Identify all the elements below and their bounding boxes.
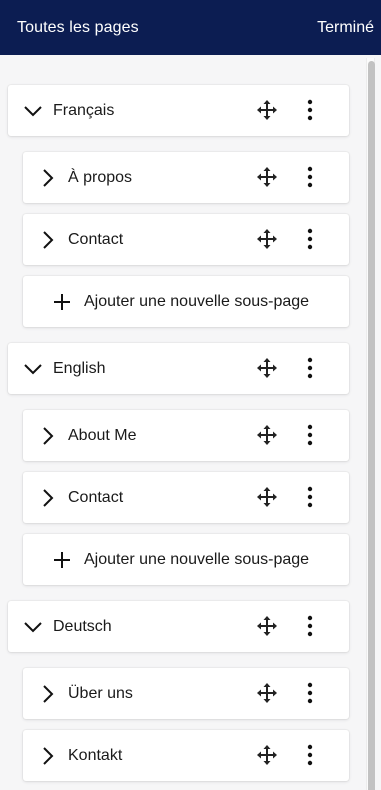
done-button[interactable]: Terminé (317, 19, 374, 37)
scrollbar-thumb[interactable] (368, 61, 375, 790)
kebab-menu-icon[interactable] (303, 484, 317, 510)
subpage-row[interactable]: Kontakt (23, 730, 349, 781)
add-subpage-button[interactable]: Ajouter une nouvelle sous-page (23, 276, 349, 327)
page-title: Toutes les pages (17, 18, 139, 36)
subpage-row[interactable]: À propos (23, 152, 349, 203)
plus-icon (52, 550, 72, 570)
chevron-down-icon[interactable] (22, 358, 44, 380)
move-icon[interactable] (256, 615, 278, 637)
kebab-menu-icon[interactable] (303, 226, 317, 252)
move-icon[interactable] (256, 682, 278, 704)
pages-panel: Français À propos Contact Ajouter une no… (0, 55, 381, 790)
subpage-row[interactable]: Contact (23, 472, 349, 523)
move-icon[interactable] (256, 99, 278, 121)
kebab-menu-icon[interactable] (303, 680, 317, 706)
subpage-row[interactable]: Contact (23, 214, 349, 265)
chevron-right-icon[interactable] (37, 745, 59, 767)
move-icon[interactable] (256, 357, 278, 379)
move-icon[interactable] (256, 424, 278, 446)
kebab-menu-icon[interactable] (303, 97, 317, 123)
scrollbar[interactable] (366, 58, 375, 790)
chevron-right-icon[interactable] (37, 683, 59, 705)
move-icon[interactable] (256, 486, 278, 508)
header-bar: Toutes les pages Terminé (0, 0, 381, 55)
chevron-right-icon[interactable] (37, 229, 59, 251)
add-subpage-button[interactable]: Ajouter une nouvelle sous-page (23, 534, 349, 585)
subpage-row[interactable]: Über uns (23, 668, 349, 719)
add-subpage-label: Ajouter une nouvelle sous-page (84, 550, 310, 568)
kebab-menu-icon[interactable] (303, 164, 317, 190)
chevron-down-icon[interactable] (22, 100, 44, 122)
chevron-right-icon[interactable] (37, 425, 59, 447)
language-row-deutsch[interactable]: Deutsch (8, 601, 349, 652)
chevron-right-icon[interactable] (37, 167, 59, 189)
chevron-right-icon[interactable] (37, 487, 59, 509)
language-row-francais[interactable]: Français (8, 85, 349, 136)
move-icon[interactable] (256, 744, 278, 766)
move-icon[interactable] (256, 228, 278, 250)
move-icon[interactable] (256, 166, 278, 188)
kebab-menu-icon[interactable] (303, 355, 317, 381)
kebab-menu-icon[interactable] (303, 613, 317, 639)
subpage-row[interactable]: About Me (23, 410, 349, 461)
add-subpage-label: Ajouter une nouvelle sous-page (84, 292, 310, 310)
kebab-menu-icon[interactable] (303, 422, 317, 448)
chevron-down-icon[interactable] (22, 616, 44, 638)
plus-icon (52, 292, 72, 312)
language-row-english[interactable]: English (8, 343, 349, 394)
kebab-menu-icon[interactable] (303, 742, 317, 768)
